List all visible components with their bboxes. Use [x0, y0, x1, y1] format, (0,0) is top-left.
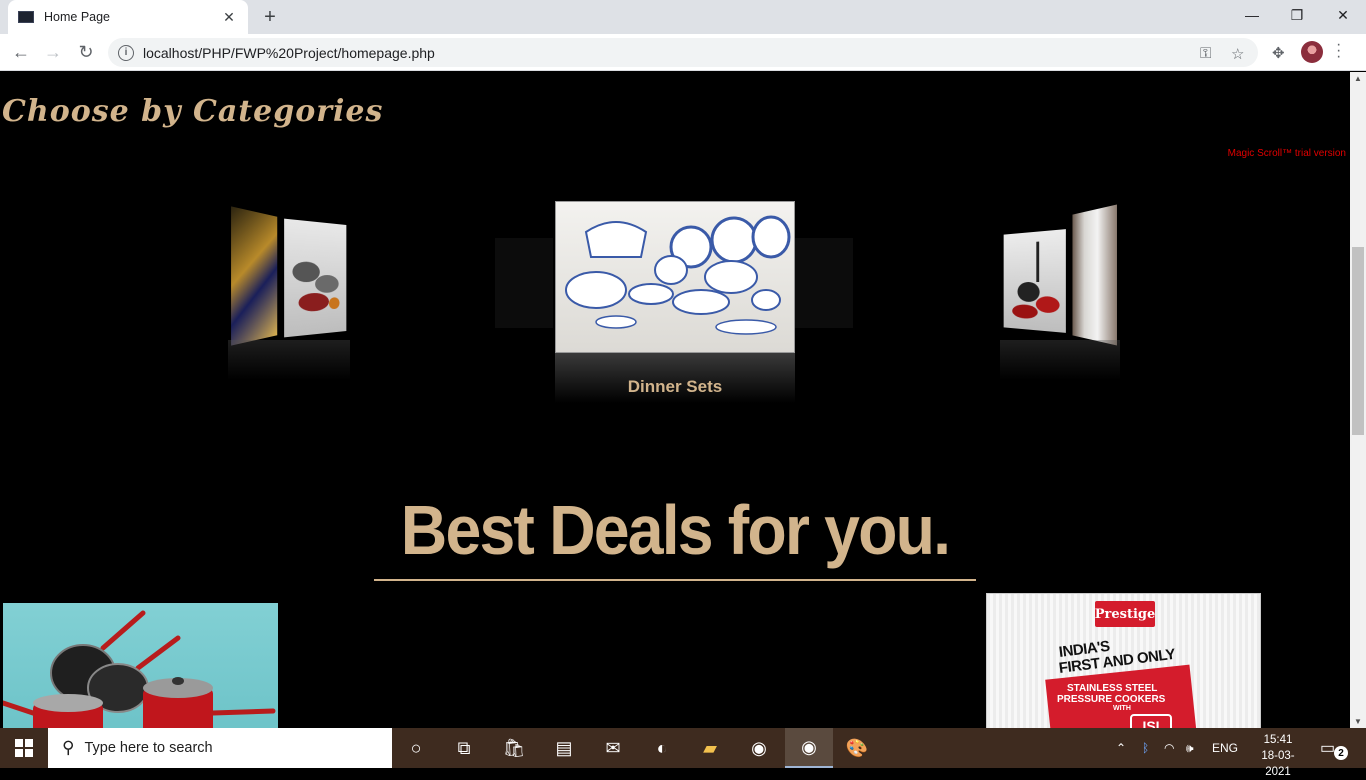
carousel-reflection-right [1000, 340, 1120, 380]
task-view-icon[interactable]: ⧉ [440, 728, 488, 768]
system-clock[interactable]: 15:41 18-03-2021 [1256, 732, 1300, 780]
clock-time: 15:41 [1263, 734, 1293, 746]
volume-icon[interactable]: 🕪 [1186, 728, 1194, 768]
browser-menu-icon[interactable]: · · · [1336, 37, 1341, 65]
reload-button[interactable]: ↻ [73, 39, 99, 65]
news-icon[interactable]: ▤ [540, 728, 588, 768]
restore-button[interactable]: ❐ [1274, 0, 1320, 30]
edge-icon[interactable]: ◐ [638, 728, 686, 768]
new-tab-button[interactable]: + [258, 6, 282, 28]
carousel-item-cookers[interactable] [284, 218, 347, 338]
minimize-button[interactable]: — [1229, 0, 1275, 30]
back-button[interactable]: ← [8, 39, 34, 65]
carousel-reflection-left [228, 340, 350, 380]
site-info-icon[interactable]: i [118, 44, 134, 61]
chrome-profile-icon[interactable]: ◉ [785, 728, 833, 768]
search-icon: ⚲ [62, 738, 75, 757]
cookware-pans-image [3, 610, 276, 728]
trial-notice[interactable]: Magic Scroll™ trial version [1228, 148, 1346, 159]
dinner-set-image [565, 215, 791, 335]
carousel-item-cookware[interactable] [1003, 229, 1066, 333]
paint-icon[interactable]: 🎨 [833, 728, 881, 768]
deals-heading: Best Deals for you. [400, 491, 951, 569]
deals-divider [374, 579, 976, 581]
close-window-button[interactable]: ✕ [1320, 0, 1366, 30]
cookware-deal-banner[interactable] [3, 603, 278, 728]
prestige-subline-2: PRESSURE COOKERS [1057, 694, 1166, 705]
search-placeholder[interactable]: Type here to search [84, 740, 212, 756]
address-bar[interactable]: i localhost/PHP/FWP%20Project/homepage.p… [108, 38, 1258, 67]
chrome-icon[interactable]: ◉ [735, 728, 783, 768]
prestige-subline-3: WITH [1113, 705, 1131, 712]
notification-icon: ▭ [1320, 740, 1336, 757]
tab-title: Home Page [44, 10, 111, 24]
wifi-icon[interactable]: ◠ [1164, 728, 1174, 768]
scroll-down-icon[interactable]: ▼ [1354, 717, 1362, 726]
profile-avatar[interactable] [1301, 41, 1323, 63]
extensions-icon[interactable]: ✥ [1272, 44, 1285, 62]
page-content: Choose by Categories Magic Scroll™ trial… [0, 72, 1350, 728]
windows-logo-icon [15, 739, 33, 757]
carousel-item-faded-left[interactable] [495, 238, 553, 328]
carousel-item-faded-right[interactable] [795, 238, 853, 328]
browser-toolbar: ← → ↻ i localhost/PHP/FWP%20Project/home… [0, 34, 1366, 71]
prestige-logo: Prestige [1095, 601, 1155, 627]
page-scrollbar[interactable]: ▲ ▼ [1350, 72, 1366, 728]
scroll-up-icon[interactable]: ▲ [1354, 74, 1362, 83]
forward-button[interactable]: → [40, 39, 66, 65]
store-icon[interactable]: 🛍 [490, 728, 538, 768]
notification-count: 2 [1334, 746, 1348, 760]
carousel-item-cutlery[interactable] [231, 206, 278, 346]
favicon-icon [18, 11, 34, 23]
prestige-deal-banner[interactable]: Prestige INDIA'S FIRST AND ONLY STAINLES… [986, 593, 1261, 728]
scrollbar-thumb[interactable] [1352, 247, 1364, 435]
url-text[interactable]: localhost/PHP/FWP%20Project/homepage.php [143, 45, 435, 61]
categories-heading: Choose by Categories [2, 94, 384, 129]
clock-date: 18-03-2021 [1261, 750, 1295, 778]
tab-strip: Home Page ✕ + — ❐ ✕ [0, 0, 1366, 34]
carousel-item-dinner-sets[interactable] [555, 201, 795, 353]
tab-home-page[interactable]: Home Page ✕ [8, 0, 248, 34]
taskbar-search[interactable]: ⚲ Type here to search [48, 728, 392, 768]
prestige-subline-1: STAINLESS STEEL [1067, 683, 1158, 694]
file-explorer-icon[interactable]: ▰ [686, 728, 734, 768]
cookers-image [292, 261, 340, 313]
cortana-icon[interactable]: ○ [392, 728, 440, 768]
carousel-item-glassware[interactable] [1072, 204, 1117, 346]
bookmark-star-icon[interactable]: ☆ [1231, 45, 1244, 63]
cookware-image [1012, 229, 1060, 320]
language-indicator[interactable]: ENG [1212, 728, 1238, 768]
windows-taskbar: ⚲ Type here to search ○ ⧉ 🛍 ▤ ✉ ◐ ▰ ◉ ◉ … [0, 728, 1366, 778]
tray-overflow-icon[interactable]: ⌃ [1116, 728, 1126, 768]
start-button[interactable] [0, 728, 48, 768]
isi-mark: ISI [1130, 714, 1172, 728]
bluetooth-icon[interactable]: ᛒ [1142, 728, 1149, 768]
close-tab-icon[interactable]: ✕ [220, 8, 238, 26]
mail-icon[interactable]: ✉ [589, 728, 637, 768]
key-icon[interactable]: ⚿ [1200, 45, 1211, 62]
carousel-caption[interactable]: Dinner Sets [555, 377, 795, 397]
action-center-button[interactable]: ▭ 2 [1320, 738, 1348, 760]
